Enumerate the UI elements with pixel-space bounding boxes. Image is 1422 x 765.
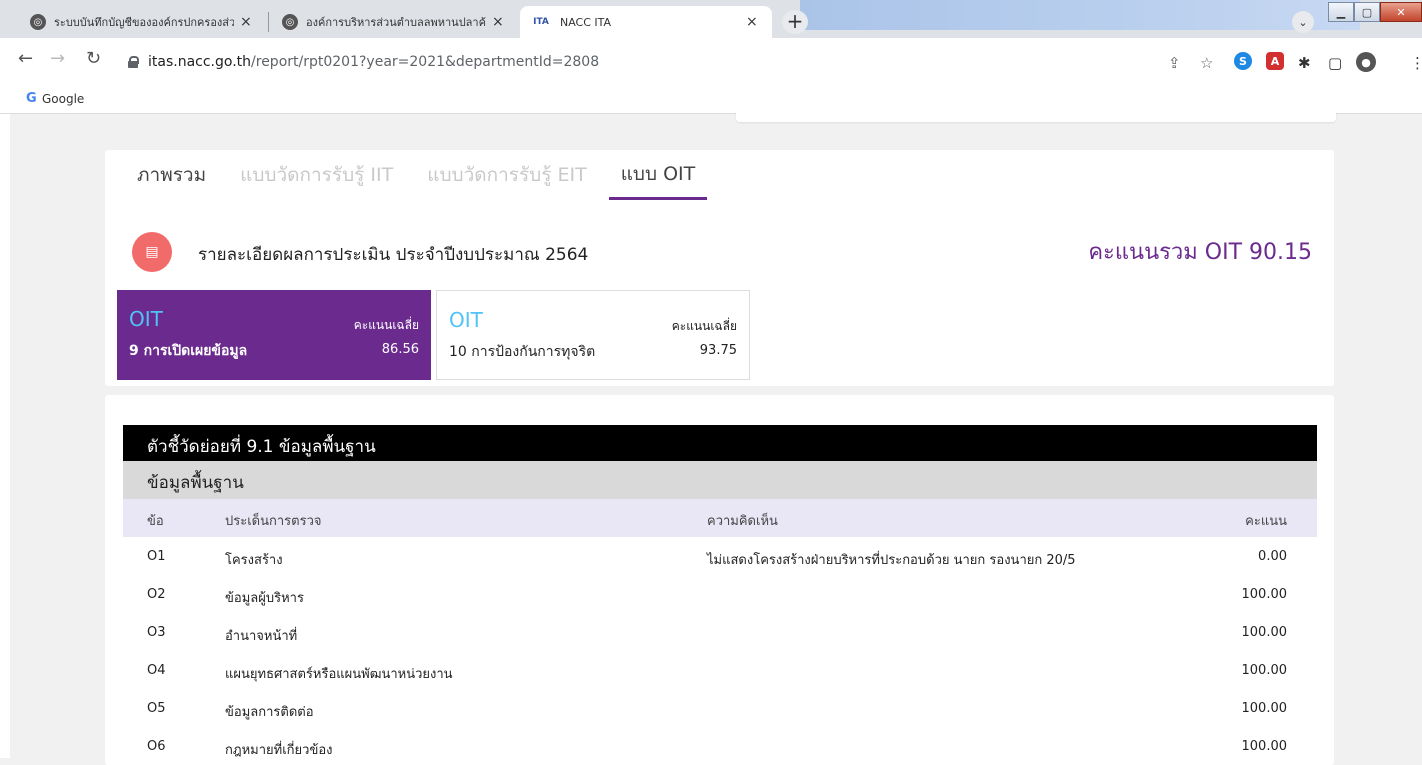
indicator-title: ตัวชี้วัดย่อยที่ 9.1 ข้อมูลพื้นฐาน — [123, 425, 1317, 461]
header-comment: ความคิดเห็น — [707, 514, 778, 529]
header-no: ข้อ — [147, 514, 164, 529]
row-no: O3 — [147, 625, 166, 640]
summary-card: ภาพรวม แบบวัดการรับรู้ IIT แบบวัดการรับร… — [105, 150, 1334, 386]
forward-icon[interactable]: → — [50, 48, 65, 69]
table-row: O2 ข้อมูลผู้บริหาร 100.00 — [123, 575, 1317, 613]
row-score: 100.00 — [1241, 625, 1288, 640]
box-value: 93.75 — [699, 343, 737, 358]
close-tab-icon[interactable]: × — [492, 14, 504, 30]
box-abbr: OIT — [449, 308, 483, 332]
star-icon[interactable]: ☆ — [1200, 54, 1213, 72]
detail-card: ตัวชี้วัดย่อยที่ 9.1 ข้อมูลพื้นฐาน ข้อมู… — [105, 395, 1334, 765]
box-average-label: คะแนนเฉลี่ย — [671, 319, 737, 333]
row-no: O1 — [147, 549, 166, 564]
report-tabs: ภาพรวม แบบวัดการรับรู้ IIT แบบวัดการรับร… — [125, 150, 717, 200]
top-card-edge — [736, 112, 1336, 122]
row-comment: ไม่แสดงโครงสร้างฝ่ายบริหารที่ประกอบด้วย … — [707, 553, 1076, 568]
pdf-extension-icon[interactable]: A — [1266, 52, 1284, 70]
close-tab-icon[interactable]: × — [240, 14, 252, 30]
row-score: 100.00 — [1241, 663, 1288, 678]
side-panel-icon[interactable]: ▢ — [1328, 54, 1342, 72]
bookmark-google[interactable]: Google — [42, 92, 84, 106]
header-issue: ประเด็นการตรวจ — [225, 514, 322, 529]
minimize-button[interactable]: ▁ — [1328, 2, 1354, 22]
url-host: itas.nacc.go.th — [148, 54, 252, 70]
tab-iit[interactable]: แบบวัดการรับรู้ IIT — [228, 150, 405, 200]
table-row: O4 แผนยุทธศาสตร์หรือแผนพัฒนาหน่วยงาน 100… — [123, 651, 1317, 689]
browser-tab-title: NACC ITA — [560, 15, 612, 29]
skype-extension-icon[interactable]: S — [1234, 52, 1252, 70]
url-path: /report/rpt0201?year=2021&departmentId=2… — [251, 54, 600, 70]
back-icon[interactable]: ← — [18, 48, 33, 69]
row-issue: แผนยุทธศาสตร์หรือแผนพัฒนาหน่วยงาน — [225, 667, 453, 682]
browser-tab-title: ระบบบันทึกบัญชีขององค์กรปกครองส่วนท้องถิ… — [54, 16, 234, 29]
box-value: 86.56 — [381, 342, 419, 357]
row-no: O6 — [147, 739, 166, 754]
indicator-box-9[interactable]: OIT คะแนนเฉลี่ย 9 การเปิดเผยข้อมูล 86.56 — [117, 290, 431, 380]
row-no: O5 — [147, 701, 166, 716]
extensions-puzzle-icon[interactable]: ✱ — [1298, 54, 1311, 72]
maximize-button[interactable]: ▢ — [1354, 2, 1380, 22]
tab-oit[interactable]: แบบ OIT — [608, 150, 708, 200]
profile-avatar[interactable]: ● — [1356, 52, 1376, 72]
reload-icon[interactable]: ↻ — [86, 48, 101, 69]
globe-icon: ◎ — [282, 14, 298, 30]
titlebar-background — [800, 0, 1360, 30]
row-issue: อำนาจหน้าที่ — [225, 629, 298, 644]
menu-icon[interactable]: ⋮ — [1410, 54, 1422, 72]
row-score: 100.00 — [1241, 587, 1288, 602]
box-name: 10 การป้องกันการทุจริต — [449, 344, 596, 360]
google-icon: G — [26, 91, 37, 106]
new-tab-button[interactable]: + — [782, 10, 808, 34]
browser-tab-title: องค์การบริหารส่วนตำบลลพหานปลาค้าว — [306, 16, 486, 29]
tab-separator — [268, 12, 269, 32]
header-score: คะแนน — [1245, 514, 1287, 529]
table-row: O5 ข้อมูลการติดต่อ 100.00 — [123, 689, 1317, 727]
row-score: 100.00 — [1241, 701, 1288, 716]
box-average-label: คะแนนเฉลี่ย — [353, 318, 419, 332]
browser-tab-1[interactable]: ◎ ระบบบันทึกบัญชีขององค์กรปกครองส่วนท้อง… — [20, 6, 262, 38]
box-abbr: OIT — [129, 307, 163, 331]
section-title: ข้อมูลพื้นฐาน — [123, 461, 1317, 499]
table-row: O6 กฎหมายที่เกี่ยวข้อง 100.00 — [123, 727, 1317, 765]
page-edge — [0, 114, 10, 758]
close-window-button[interactable]: ✕ — [1380, 2, 1422, 22]
browser-toolbar: ← → ↻ itas.nacc.go.th/report/rpt0201?yea… — [0, 38, 1422, 86]
browser-tab-2[interactable]: ◎ องค์การบริหารส่วนตำบลลพหานปลาค้าว × — [272, 6, 514, 38]
browser-tab-strip: ◎ ระบบบันทึกบัญชีขององค์กรปกครองส่วนท้อง… — [0, 0, 1422, 38]
row-issue: กฎหมายที่เกี่ยวข้อง — [225, 743, 333, 758]
document-icon: ▤ — [132, 232, 172, 272]
row-issue: ข้อมูลการติดต่อ — [225, 705, 314, 720]
report-header: ▤ รายละเอียดผลการประเมิน ประจำปีงบประมาณ… — [132, 232, 1312, 272]
ita-logo-icon: ITA — [533, 17, 549, 27]
row-no: O4 — [147, 663, 166, 678]
tab-overview[interactable]: ภาพรวม — [125, 150, 218, 200]
table-row: O1 โครงสร้าง ไม่แสดงโครงสร้างฝ่ายบริหารท… — [123, 537, 1317, 575]
browser-tab-3[interactable]: ITA NACC ITA × — [520, 6, 772, 38]
tab-search-button[interactable]: ⌄ — [1292, 11, 1314, 33]
row-score: 100.00 — [1241, 739, 1288, 754]
total-score: คะแนนรวม OIT 90.15 — [1088, 240, 1312, 265]
table-header: ข้อ ประเด็นการตรวจ ความคิดเห็น คะแนน — [123, 499, 1317, 537]
table-body: O1 โครงสร้าง ไม่แสดงโครงสร้างฝ่ายบริหารท… — [123, 537, 1317, 765]
row-issue: ข้อมูลผู้บริหาร — [225, 591, 304, 606]
indicator-box-10[interactable]: OIT คะแนนเฉลี่ย 10 การป้องกันการทุจริต 9… — [436, 290, 750, 380]
share-icon[interactable]: ⇪ — [1168, 54, 1181, 72]
report-title: รายละเอียดผลการประเมิน ประจำปีงบประมาณ 2… — [198, 245, 589, 265]
close-tab-icon[interactable]: × — [746, 14, 758, 30]
box-name: 9 การเปิดเผยข้อมูล — [129, 343, 248, 359]
row-issue: โครงสร้าง — [225, 553, 283, 568]
globe-icon: ◎ — [30, 14, 46, 30]
row-score: 0.00 — [1258, 549, 1287, 564]
table-row: O3 อำนาจหน้าที่ 100.00 — [123, 613, 1317, 651]
row-no: O2 — [147, 587, 166, 602]
tab-eit[interactable]: แบบวัดการรับรู้ EIT — [415, 150, 598, 200]
lock-icon — [128, 56, 139, 68]
bookmarks-bar: G Google — [0, 86, 1422, 114]
